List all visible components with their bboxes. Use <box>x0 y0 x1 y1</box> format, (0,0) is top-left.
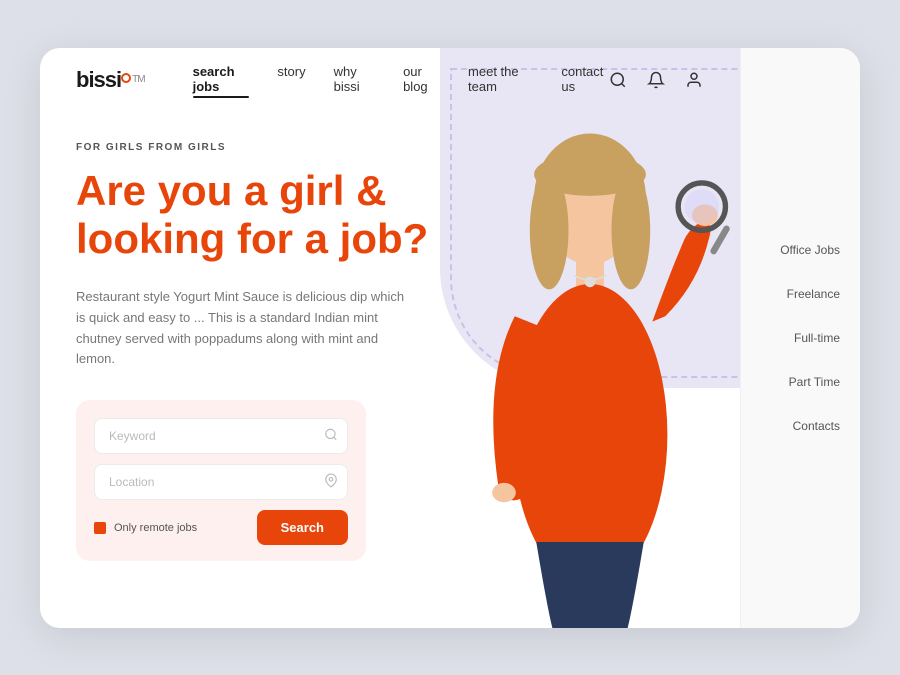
nav-contact-us[interactable]: contact us <box>561 64 608 96</box>
location-icon <box>324 474 338 491</box>
bell-icon[interactable] <box>646 70 666 90</box>
nav-story[interactable]: story <box>277 64 305 96</box>
sidebar-item-contacts[interactable]: Contacts <box>793 419 840 433</box>
search-box: Only remote jobs Search <box>76 400 366 561</box>
remote-jobs-label[interactable]: Only remote jobs <box>94 522 197 534</box>
remote-checkbox[interactable] <box>94 522 106 534</box>
location-wrap <box>94 464 348 500</box>
user-icon[interactable] <box>684 70 704 90</box>
sidebar-item-parttime[interactable]: Part Time <box>789 375 840 389</box>
nav-meet-team[interactable]: meet the team <box>468 64 533 96</box>
nav-search-jobs[interactable]: search jobs <box>193 64 250 96</box>
sidebar-item-freelance[interactable]: Freelance <box>787 287 840 301</box>
nav-our-blog[interactable]: our blog <box>403 64 440 96</box>
sidebar-item-office-jobs[interactable]: Office Jobs <box>780 243 840 257</box>
hero-image <box>440 112 740 628</box>
main-card: bissi TM search jobs story why bissi our … <box>40 48 860 628</box>
right-sidebar: Office Jobs Freelance Full-time Part Tim… <box>740 48 860 628</box>
keyword-search-icon <box>324 428 338 445</box>
keyword-input[interactable] <box>94 418 348 454</box>
remote-label-text: Only remote jobs <box>114 522 197 534</box>
search-footer: Only remote jobs Search <box>94 510 348 545</box>
logo-text: bissi <box>76 67 121 93</box>
nav-icon-group <box>608 70 704 90</box>
woman-figure <box>440 112 740 628</box>
logo-ring <box>121 73 131 83</box>
description: Restaurant style Yogurt Mint Sauce is de… <box>76 287 416 370</box>
location-input[interactable] <box>94 464 348 500</box>
nav-why-bissi[interactable]: why bissi <box>334 64 375 96</box>
headline: Are you a girl & looking for a job? <box>76 167 456 264</box>
nav-links: search jobs story why bissi our blog mee… <box>193 64 608 96</box>
sidebar-item-fulltime[interactable]: Full-time <box>794 331 840 345</box>
logo-tm: TM <box>132 74 144 85</box>
search-icon[interactable] <box>608 70 628 90</box>
logo[interactable]: bissi TM <box>76 67 145 93</box>
keyword-wrap <box>94 418 348 454</box>
navbar: bissi TM search jobs story why bissi our … <box>40 48 740 112</box>
search-button[interactable]: Search <box>257 510 348 545</box>
